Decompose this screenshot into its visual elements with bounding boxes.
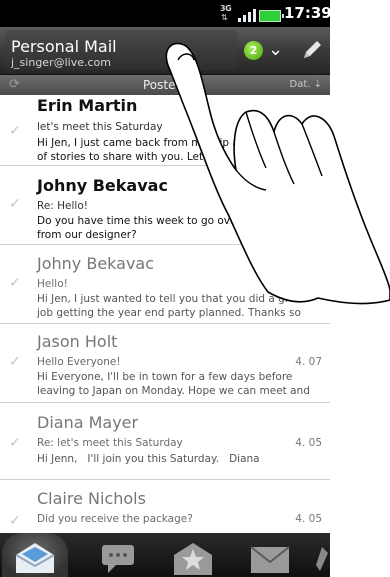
- tab-more[interactable]: [306, 533, 330, 577]
- email-preview: Do you have time this week to go over th…: [37, 215, 300, 241]
- email-row[interactable]: ✓ Johny Bekavac Hello! Hi Jen, I just wa…: [0, 245, 330, 324]
- more-icon: [316, 547, 328, 571]
- email-subject: Hello Everyone!: [37, 356, 121, 368]
- email-subject: Re: let's meet this Saturday: [37, 437, 183, 449]
- account-header: Personal Mail j_singer@live.com 2 ⌄: [0, 27, 330, 75]
- checkmark-icon[interactable]: ✓: [9, 354, 21, 370]
- compose-pencil-icon[interactable]: [300, 38, 324, 62]
- email-subject: Hello!: [37, 278, 68, 290]
- email-sender: Erin Martin: [37, 96, 138, 115]
- tab-vip[interactable]: [160, 533, 226, 577]
- tab-inbox[interactable]: [2, 533, 68, 577]
- account-email: j_singer@live.com: [11, 56, 111, 69]
- unread-count-badge: 2: [244, 41, 263, 60]
- email-row[interactable]: ✓ Erin Martin let's meet this Saturday H…: [0, 95, 330, 166]
- sort-by-date-button[interactable]: Dat. ⇣: [290, 79, 323, 90]
- email-row[interactable]: ✓ Jason Holt Hello Everyone! 4. 07 Hi Ev…: [0, 324, 330, 403]
- inbox-envelope-icon: [15, 543, 55, 573]
- email-row[interactable]: ✓ Johny Bekavac Re: Hello! Do you have t…: [0, 166, 330, 245]
- email-sender: Johny Bekavac: [37, 254, 155, 273]
- status-time: 17:39: [284, 4, 330, 22]
- chevron-down-icon[interactable]: ⌄: [268, 39, 283, 60]
- email-sender: Diana Mayer: [37, 413, 139, 432]
- email-sender: Johny Bekavac: [37, 176, 168, 195]
- email-preview: Hi Jen, I just wanted to tell you that y…: [37, 293, 306, 319]
- email-subject: let's meet this Saturday: [37, 121, 163, 133]
- email-list: ✓ Erin Martin let's meet this Saturday H…: [0, 95, 330, 533]
- email-preview: Hi Jenn, I'll join you this Saturday. Di…: [37, 453, 260, 465]
- email-row[interactable]: ✓ Claire Nichols Did you receive the pac…: [0, 480, 330, 533]
- tab-unread[interactable]: [237, 533, 303, 577]
- folder-bar: ⟳ Posteing Dat. ⇣: [0, 75, 330, 95]
- data-activity-icon: ⇅: [221, 13, 228, 22]
- email-preview: Hi Jen, I just came back from my trip an…: [37, 137, 310, 163]
- status-bar: 3G ⇅ 17:39: [0, 0, 330, 27]
- network-type: 3G: [220, 4, 232, 13]
- email-sender: Claire Nichols: [37, 489, 146, 508]
- battery-icon: [259, 10, 284, 22]
- unread-envelope-icon: [250, 546, 290, 573]
- email-row[interactable]: ✓ Diana Mayer Re: let's meet this Saturd…: [0, 403, 330, 480]
- checkmark-icon[interactable]: ✓: [9, 435, 21, 451]
- checkmark-icon[interactable]: ✓: [9, 275, 21, 291]
- checkmark-icon[interactable]: ✓: [9, 123, 21, 139]
- checkmark-icon[interactable]: ✓: [9, 196, 21, 212]
- email-date: 4. 05: [295, 513, 322, 525]
- email-subject: Did you receive the package?: [37, 513, 193, 525]
- tab-conversations[interactable]: [84, 533, 150, 577]
- checkmark-icon[interactable]: ✓: [9, 513, 21, 529]
- signal-strength-icon: [238, 8, 260, 22]
- vip-star-icon: [174, 543, 212, 575]
- refresh-icon[interactable]: ⟳: [9, 77, 20, 92]
- email-sender: Jason Holt: [37, 332, 118, 351]
- email-subject: Re: Hello!: [37, 200, 88, 212]
- account-selector[interactable]: Personal Mail j_singer@live.com: [5, 30, 237, 70]
- email-date: 4. 05: [295, 437, 322, 449]
- account-title: Personal Mail: [11, 37, 117, 56]
- mail-tab-bar: [0, 533, 330, 577]
- folder-name[interactable]: Posteing: [143, 78, 194, 92]
- mail-screen: 3G ⇅ 17:39 Personal Mail j_singer@live.c…: [0, 0, 330, 577]
- email-preview: Hi Everyone, I'll be in town for a few d…: [37, 371, 310, 397]
- conversations-icon: [102, 545, 134, 573]
- email-date: 4. 07: [295, 356, 322, 368]
